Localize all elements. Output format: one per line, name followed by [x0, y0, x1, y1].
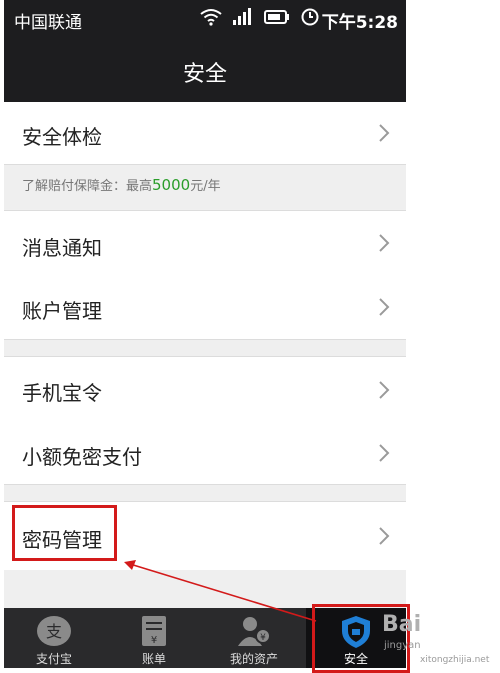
watermark-site: xitongzhijia.net [420, 655, 490, 665]
watermark-logo: Bai [382, 612, 422, 637]
annotation-arrow [124, 560, 317, 622]
watermark-text: jingyan [384, 640, 421, 651]
